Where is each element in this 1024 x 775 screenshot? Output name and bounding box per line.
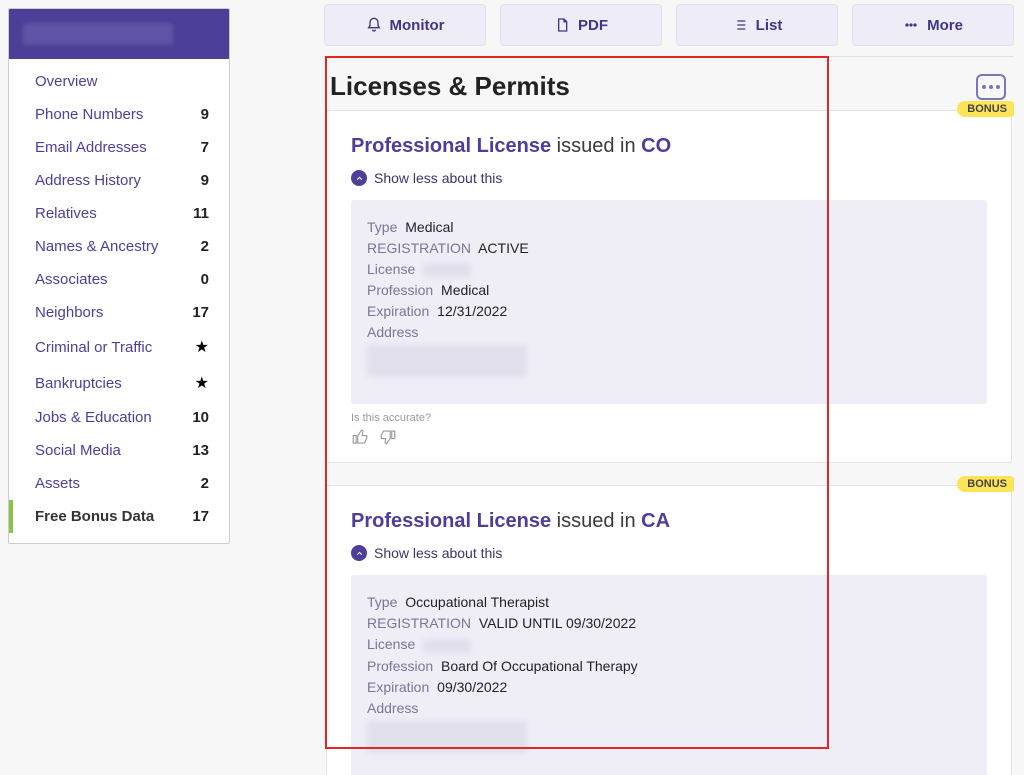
sidebar-item-free-bonus-data[interactable]: Free Bonus Data 17: [9, 500, 229, 533]
sidebar-item-label: Address History: [35, 172, 141, 189]
license-card: BONUSProfessional License issued in COSh…: [326, 110, 1012, 463]
detail-type: Type Medical: [367, 219, 971, 235]
detail-type: Type Occupational Therapist: [367, 594, 971, 610]
section-title: Licenses & Permits: [330, 71, 570, 102]
more-button[interactable]: More: [852, 4, 1014, 46]
license-title: Professional License issued in CO: [351, 135, 987, 158]
sidebar-item-relatives[interactable]: Relatives 11: [9, 197, 229, 230]
bell-icon: [366, 17, 382, 33]
detail-address-value: [367, 345, 971, 377]
sidebar-item-criminal-or-traffic[interactable]: Criminal or Traffic ★: [9, 329, 229, 365]
detail-address-label: Address: [367, 324, 971, 340]
license-card: BONUSProfessional License issued in CASh…: [326, 485, 1012, 775]
sidebar-item-phone-numbers[interactable]: Phone Numbers 9: [9, 98, 229, 131]
sidebar-item-count: 0: [201, 271, 209, 288]
detail-license: License: [367, 636, 971, 652]
sidebar-item-associates[interactable]: Associates 0: [9, 263, 229, 296]
more-label: More: [927, 17, 963, 34]
monitor-button[interactable]: Monitor: [324, 4, 486, 46]
sidebar-item-social-media[interactable]: Social Media 13: [9, 434, 229, 467]
sidebar-item-names-ancestry[interactable]: Names & Ancestry 2: [9, 230, 229, 263]
sidebar-item-label: Free Bonus Data: [35, 508, 154, 525]
section-more-button[interactable]: [976, 74, 1006, 100]
sidebar-item-label: Overview: [35, 73, 98, 90]
pdf-label: PDF: [578, 17, 608, 34]
bonus-badge: BONUS: [957, 101, 1014, 117]
sidebar-item-label: Associates: [35, 271, 108, 288]
monitor-label: Monitor: [390, 17, 445, 34]
sidebar-item-address-history[interactable]: Address History 9: [9, 164, 229, 197]
more-icon: [903, 17, 919, 33]
sidebar-item-count: 17: [192, 508, 209, 525]
sidebar-item-label: Names & Ancestry: [35, 238, 158, 255]
sidebar-item-label: Jobs & Education: [35, 409, 152, 426]
thumbs-up-icon[interactable]: [351, 428, 369, 446]
chevron-up-icon: [351, 170, 367, 186]
detail-expiration: Expiration 12/31/2022: [367, 303, 971, 319]
nav-list: Overview Phone Numbers 9 Email Addresses 7 Ad…: [9, 59, 229, 543]
thumbs-down-icon[interactable]: [379, 428, 397, 446]
document-icon: [554, 17, 570, 33]
sidebar-item-neighbors[interactable]: Neighbors 17: [9, 296, 229, 329]
detail-address-label: Address: [367, 700, 971, 716]
sidebar-item-label: Social Media: [35, 442, 121, 459]
action-bar: Monitor PDF List More: [324, 4, 1014, 57]
sidebar-item-count: 10: [192, 409, 209, 426]
license-title: Professional License issued in CA: [351, 510, 987, 533]
sidebar-item-label: Neighbors: [35, 304, 103, 321]
sidebar-item-count: 11: [193, 205, 209, 222]
license-details: Type Occupational Therapist REGISTRATION …: [351, 575, 987, 775]
sidebar-item-label: Criminal or Traffic: [35, 339, 152, 356]
license-details: Type Medical REGISTRATION ACTIVE License P…: [351, 200, 987, 404]
sidebar-item-label: Phone Numbers: [35, 106, 143, 123]
chevron-up-icon: [351, 545, 367, 561]
detail-expiration: Expiration 09/30/2022: [367, 679, 971, 695]
detail-registration: REGISTRATION VALID UNTIL 09/30/2022: [367, 615, 971, 631]
star-icon: ★: [195, 337, 209, 357]
sidebar-item-count: 2: [201, 238, 209, 255]
detail-registration: REGISTRATION ACTIVE: [367, 240, 971, 256]
content-scroll[interactable]: Licenses & Permits BONUSProfessional Lic…: [324, 57, 1014, 775]
sidebar-item-bankruptcies[interactable]: Bankruptcies ★: [9, 365, 229, 401]
sidebar-item-email-addresses[interactable]: Email Addresses 7: [9, 131, 229, 164]
sidebar-item-assets[interactable]: Assets 2: [9, 467, 229, 500]
show-less-toggle[interactable]: Show less about this: [351, 170, 987, 186]
sidebar-item-overview[interactable]: Overview: [9, 65, 229, 98]
detail-address-value: [367, 721, 971, 753]
pdf-button[interactable]: PDF: [500, 4, 662, 46]
main: Monitor PDF List More Licenses & Permits: [238, 0, 1024, 775]
sidebar-item-count: 9: [201, 106, 209, 123]
sidebar-item-count: 7: [201, 139, 209, 156]
sidebar-item-jobs-education[interactable]: Jobs & Education 10: [9, 401, 229, 434]
detail-profession: Profession Medical: [367, 282, 971, 298]
detail-profession: Profession Board Of Occupational Therapy: [367, 658, 971, 674]
sidebar-item-count: 2: [201, 475, 209, 492]
list-icon: [732, 17, 748, 33]
accuracy-thumbs: [351, 428, 987, 446]
sidebar-item-count: 13: [192, 442, 209, 459]
sidebar-item-label: Bankruptcies: [35, 375, 122, 392]
sidebar: Overview Phone Numbers 9 Email Addresses 7 Ad…: [0, 0, 238, 775]
sidebar-item-count: 17: [192, 304, 209, 321]
sidebar-item-count: 9: [201, 172, 209, 189]
sidebar-header: [9, 9, 229, 59]
detail-license: License: [367, 261, 971, 277]
sidebar-item-label: Relatives: [35, 205, 97, 222]
star-icon: ★: [195, 373, 209, 393]
sidebar-item-label: Email Addresses: [35, 139, 147, 156]
list-label: List: [756, 17, 783, 34]
sidebar-item-label: Assets: [35, 475, 80, 492]
bonus-badge: BONUS: [957, 476, 1014, 492]
list-button[interactable]: List: [676, 4, 838, 46]
accuracy-prompt: Is this accurate?: [351, 412, 987, 424]
show-less-toggle[interactable]: Show less about this: [351, 545, 987, 561]
